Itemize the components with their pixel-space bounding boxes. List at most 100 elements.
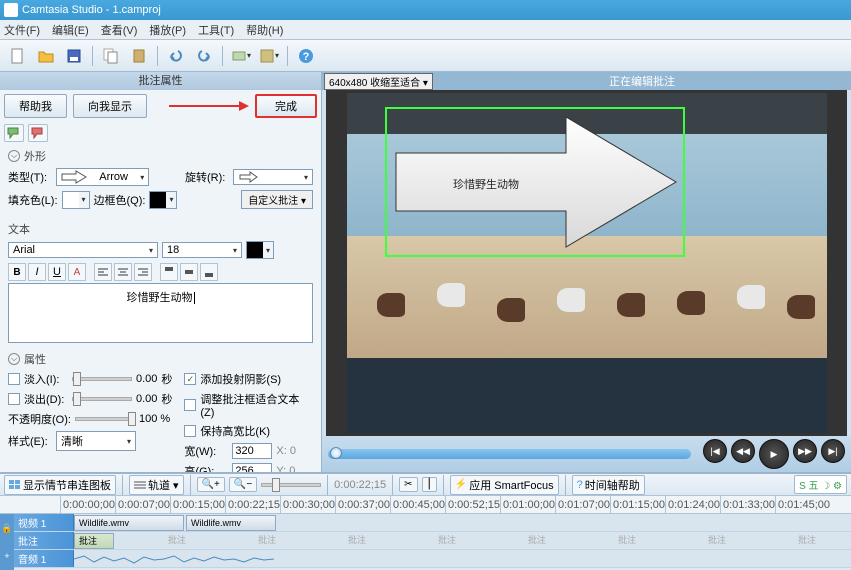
fadeout-value: 0.00 xyxy=(136,393,157,405)
audio-track: 音频 1 xyxy=(14,550,851,568)
video-clip[interactable]: Wildlife.wmv xyxy=(74,515,184,531)
save-icon[interactable] xyxy=(62,44,86,68)
callout-track-content[interactable]: 批注 批注 批注 批注 批注 批注 批注 批注 批注 xyxy=(74,532,851,549)
paste-icon[interactable] xyxy=(127,44,151,68)
fadein-slider[interactable] xyxy=(72,377,132,381)
border-color-button[interactable]: ▾ xyxy=(149,191,177,209)
fadeout-checkbox[interactable] xyxy=(8,393,20,405)
timeline-zoom-slider[interactable] xyxy=(261,483,321,487)
help-me-button[interactable]: 帮助我 xyxy=(4,94,67,118)
undo-icon[interactable] xyxy=(164,44,188,68)
valign-top-button[interactable] xyxy=(160,263,178,281)
collapse-icon[interactable]: ⌵ xyxy=(8,150,20,162)
video-track: 视频 1 Wildlife.wmv Wildlife.wmv xyxy=(14,514,851,532)
font-size-dropdown[interactable]: 18▾ xyxy=(162,242,242,258)
video-frame: 珍惜野生动物 xyxy=(347,93,827,433)
storyboard-button[interactable]: 显示情节串连图板 xyxy=(4,475,116,495)
rewind-button[interactable]: ◀◀ xyxy=(731,439,755,463)
menu-view[interactable]: 查看(V) xyxy=(101,22,138,38)
rotate-dropdown[interactable]: ▾ xyxy=(233,169,313,185)
font-dropdown[interactable]: Arial▾ xyxy=(8,242,158,258)
valign-bot-button[interactable] xyxy=(200,263,218,281)
keep-ratio-checkbox[interactable] xyxy=(184,425,196,437)
forward-button[interactable]: ▶▶ xyxy=(793,439,817,463)
redo-icon[interactable] xyxy=(192,44,216,68)
italic-button[interactable]: I xyxy=(28,263,46,281)
valign-mid-button[interactable] xyxy=(180,263,198,281)
keep-ratio-label: 保持高宽比(K) xyxy=(200,423,270,439)
help-icon[interactable]: ? xyxy=(294,44,318,68)
align-left-button[interactable] xyxy=(94,263,112,281)
zoom-out-button[interactable]: 🔍− xyxy=(229,477,257,492)
callout-text: 珍惜野生动物 xyxy=(453,177,519,191)
split-button[interactable]: ⎮ xyxy=(422,477,437,492)
collapse-icon[interactable]: ⌵ xyxy=(8,353,20,365)
text-color-button[interactable]: ▾ xyxy=(246,241,274,259)
video-track-label[interactable]: 视频 1 xyxy=(14,514,74,531)
preview-canvas[interactable]: 珍惜野生动物 xyxy=(326,90,847,436)
lock-icon[interactable]: 🔒 xyxy=(1,523,12,534)
scrubber-thumb[interactable] xyxy=(330,447,342,459)
custom-callout-button[interactable]: 自定义批注 ▾ xyxy=(241,190,313,209)
rotate-label: 旋转(R): xyxy=(185,169,229,185)
menu-play[interactable]: 播放(P) xyxy=(149,22,186,38)
audio-track-content[interactable] xyxy=(74,550,851,567)
callout-clip[interactable]: 批注 xyxy=(74,533,114,549)
fill-color-button[interactable]: ▾ xyxy=(62,191,90,209)
tools-icon[interactable]: ▾ xyxy=(257,44,281,68)
open-icon[interactable] xyxy=(34,44,58,68)
time-ruler[interactable]: 0:00:00;00 0:00:07;00 0:00:15;00 0:00:22… xyxy=(0,496,851,514)
scrubber[interactable] xyxy=(328,449,691,459)
timeline-help-button[interactable]: ?时间轴帮助 xyxy=(572,475,645,495)
text-color-a-button[interactable]: A xyxy=(68,263,86,281)
type-dropdown[interactable]: Arrow▾ xyxy=(56,168,149,186)
smartfocus-button[interactable]: ⚡应用 SmartFocus xyxy=(450,475,559,495)
ime-indicator[interactable]: S 五 ☽ ⚙ xyxy=(794,475,847,494)
done-button[interactable]: 完成 xyxy=(255,94,317,118)
zoom-dropdown[interactable]: 640x480 收缩至适合 ▾ xyxy=(324,73,433,90)
copy-icon[interactable] xyxy=(99,44,123,68)
menu-tools[interactable]: 工具(T) xyxy=(198,22,234,38)
type-label: 类型(T): xyxy=(8,169,52,185)
callout-properties-panel: 批注属性 帮助我 向我显示 完成 ⌵外形 类型(T): Arrow▾ 旋转 xyxy=(0,72,322,472)
remove-callout-icon[interactable] xyxy=(28,124,48,142)
menu-file[interactable]: 文件(F) xyxy=(4,22,40,38)
video-track-content[interactable]: Wildlife.wmv Wildlife.wmv xyxy=(74,514,851,531)
align-center-button[interactable] xyxy=(114,263,132,281)
video-clip[interactable]: Wildlife.wmv xyxy=(186,515,276,531)
fadein-checkbox[interactable] xyxy=(8,373,20,385)
bold-button[interactable]: B xyxy=(8,263,26,281)
tracks-button[interactable]: 轨道 ▾ xyxy=(129,475,184,495)
expand-icon[interactable]: + xyxy=(4,551,9,561)
text-section: 文本 Arial▾ 18▾ ▾ B I U A 珍惜野生动物 xyxy=(0,217,321,347)
cut-button[interactable]: ✂ xyxy=(399,477,417,492)
timeline: 显示情节串连图板 轨道 ▾ 🔍+ 🔍− 0:00:22;15 ✂ ⎮ ⚡应用 S… xyxy=(0,472,851,570)
audio-track-label[interactable]: 音频 1 xyxy=(14,550,74,567)
resize-text-checkbox[interactable] xyxy=(184,399,196,411)
underline-button[interactable]: U xyxy=(48,263,66,281)
width-label: 宽(W): xyxy=(184,443,228,459)
main-toolbar: ▾ ▾ ? xyxy=(0,40,851,72)
app-icon xyxy=(4,3,18,17)
play-button[interactable]: ▶ xyxy=(759,439,789,469)
fadeout-slider[interactable] xyxy=(72,397,132,401)
prev-button[interactable]: |◀ xyxy=(703,439,727,463)
opacity-slider[interactable] xyxy=(75,417,135,421)
callout-track-label[interactable]: 批注 xyxy=(14,532,74,549)
show-me-button[interactable]: 向我显示 xyxy=(73,94,147,118)
next-button[interactable]: ▶| xyxy=(821,439,845,463)
style-dropdown[interactable]: 清晰▾ xyxy=(56,431,136,451)
new-icon[interactable] xyxy=(6,44,30,68)
width-input[interactable] xyxy=(232,443,272,459)
align-right-button[interactable] xyxy=(134,263,152,281)
fadein-label: 淡入(I): xyxy=(24,371,68,387)
add-callout-icon[interactable] xyxy=(4,124,24,142)
callout-text-input[interactable]: 珍惜野生动物 xyxy=(8,283,313,343)
resize-text-label: 调整批注框适合文本(Z) xyxy=(200,391,313,419)
produce-icon[interactable]: ▾ xyxy=(229,44,253,68)
shadow-checkbox[interactable]: ✓ xyxy=(184,373,196,385)
menu-help[interactable]: 帮助(H) xyxy=(246,22,283,38)
menu-edit[interactable]: 编辑(E) xyxy=(52,22,89,38)
zoom-in-button[interactable]: 🔍+ xyxy=(197,477,225,492)
callout-arrow-shape[interactable]: 珍惜野生动物 xyxy=(391,113,681,251)
